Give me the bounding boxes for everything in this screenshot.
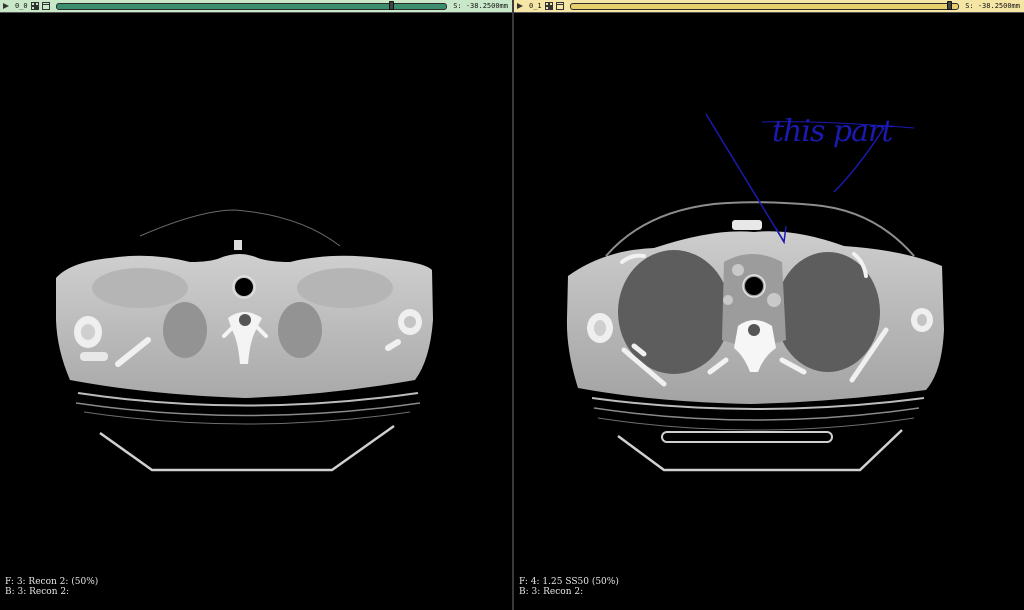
ct-viewer: 0_0 S: -38.2500mm F: 3: Recon 2: (50%) B… [0, 0, 1024, 610]
annotation-handwriting: this part [772, 114, 893, 149]
front-series-label: F: 4: 1.25 SS50 (50%) [519, 577, 619, 587]
front-series-label: F: 3: Recon 2: (50%) [5, 577, 99, 587]
annotation-arrow-drawing [705, 113, 915, 245]
back-series-label: B: 3: Recon 2: [5, 587, 70, 597]
back-series-label: B: 3: Recon 2: [519, 587, 584, 597]
viewport-left[interactable]: 0_0 S: -38.2500mm F: 3: Recon 2: (50%) B… [0, 0, 512, 610]
ct-scan-image-left [56, 209, 433, 472]
viewport-right[interactable]: 0_1 S: -38.2500mm this part F: 4: 1.25 S… [514, 0, 1024, 610]
